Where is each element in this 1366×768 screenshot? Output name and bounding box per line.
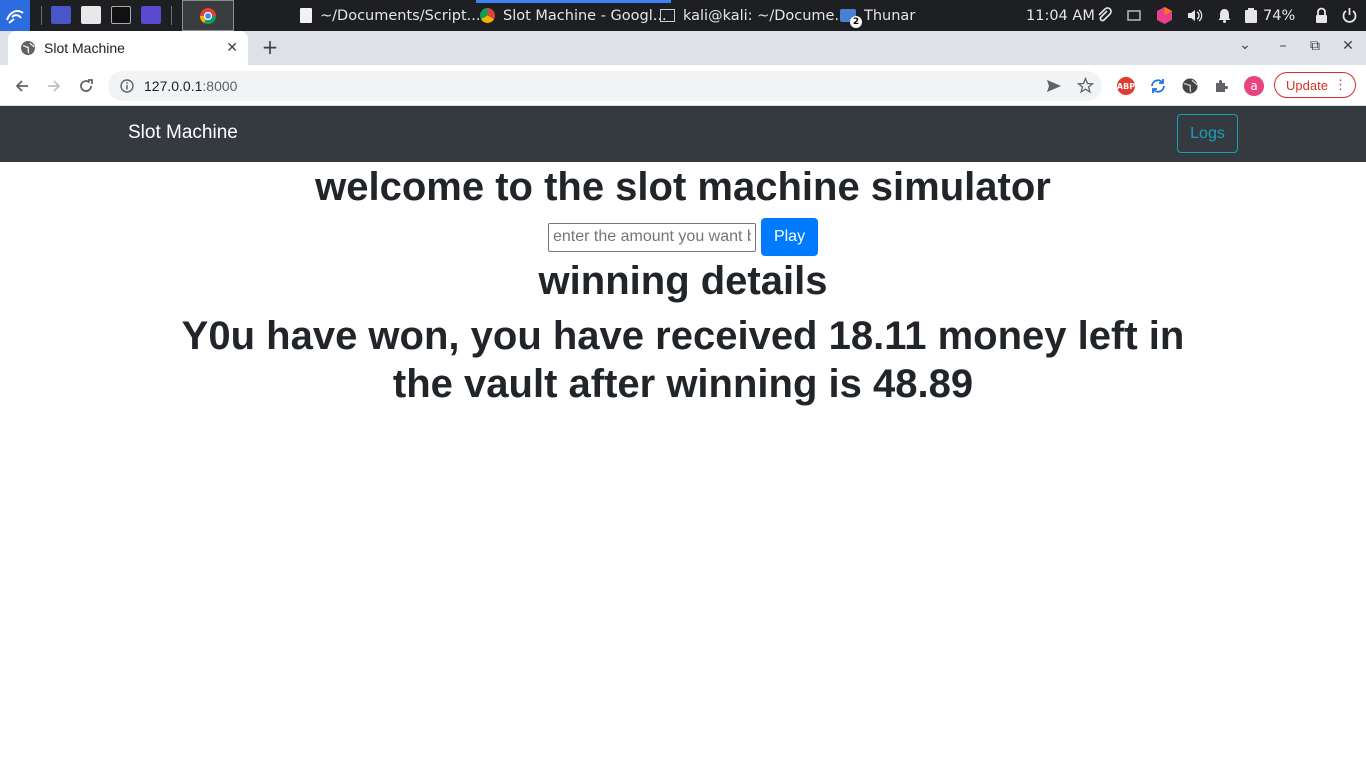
show-desktop-icon[interactable] [51,6,71,24]
battery-icon[interactable] [1244,7,1258,24]
chrome-launcher-icon[interactable] [182,0,234,31]
forward-arrow-icon[interactable] [42,74,66,98]
result-message: Y0u have won, you have received 18.11 mo… [181,314,1185,406]
play-button[interactable]: Play [761,218,818,256]
task-window-chrome[interactable]: Slot Machine - Googl... [476,0,671,31]
send-icon[interactable] [1046,79,1062,93]
kali-menu-icon[interactable] [0,0,30,31]
site-info-icon[interactable] [120,79,134,93]
bookmark-star-icon[interactable] [1077,77,1094,94]
logs-button[interactable]: Logs [1177,114,1238,153]
more-menu-icon[interactable]: ⋮ [1334,77,1347,93]
display-icon[interactable] [1126,7,1143,24]
restore-window-icon[interactable]: ⧉ [1305,38,1325,54]
task-window-thunar[interactable]: 2 Thunar [840,0,915,31]
welcome-heading: welcome to the slot machine simulator [315,165,1051,209]
browser-tabstrip: Slot Machine ✕ + ⌄ – ⧉ ✕ [0,31,1366,65]
tab-slot-machine[interactable]: Slot Machine ✕ [8,31,248,65]
browser-toolbar: 127.0.0.1:8000 ABP a [0,65,1366,106]
tab-close-icon[interactable]: ✕ [226,40,238,56]
task-window-label: Slot Machine - Googl... [503,7,667,24]
url-host: 127.0.0.1 [144,78,203,94]
power-icon[interactable] [1341,7,1358,24]
extensions-puzzle-icon[interactable] [1213,77,1231,95]
tab-search-icon[interactable]: ⌄ [1235,37,1255,53]
chrome-icon [480,8,495,23]
taskbar-separator [171,6,172,25]
navbar-brand[interactable]: Slot Machine [128,122,238,144]
terminal-small-icon [660,9,675,22]
task-window-label: Thunar [864,7,916,24]
folder-icon: 2 [840,9,862,28]
clock[interactable]: 11:04 AM [1026,0,1095,31]
app-tray-icon[interactable] [1155,6,1174,25]
tab-title: Slot Machine [44,40,125,56]
sync-extension-icon[interactable] [1149,77,1167,95]
lock-icon[interactable] [1313,7,1330,24]
paperclip-icon[interactable] [1096,7,1113,24]
bet-amount-input[interactable] [548,222,756,252]
address-bar[interactable]: 127.0.0.1:8000 [108,71,1102,101]
task-window-label: ~/Documents/Script... [320,7,481,24]
profile-avatar[interactable]: a [1244,76,1264,96]
close-window-icon[interactable]: ✕ [1338,38,1358,54]
task-window-terminal[interactable]: kali@kali: ~/Docume... [660,0,848,31]
taskbar-separator [41,6,42,25]
terminal-icon[interactable] [111,6,131,24]
site-navbar: Slot Machine [0,106,1366,162]
file-manager-icon[interactable] [81,6,101,24]
world-extension-icon[interactable] [1181,77,1199,95]
winning-details-heading: winning details [538,259,828,303]
url-port: :8000 [202,78,238,94]
update-chrome-button[interactable]: Update ⋮ [1274,72,1356,98]
battery-percent[interactable]: 74% [1263,0,1295,31]
document-icon [300,8,312,23]
back-arrow-icon[interactable] [10,74,34,98]
volume-icon[interactable] [1186,7,1203,24]
window-count-badge: 2 [850,16,862,28]
notification-bell-icon[interactable] [1216,7,1233,24]
reload-icon[interactable] [74,74,98,98]
update-label: Update [1286,77,1328,93]
bet-form: Play [548,218,818,256]
task-window-label: kali@kali: ~/Docume... [683,7,849,24]
task-window-editor[interactable]: ~/Documents/Script... [300,0,480,31]
adblock-plus-icon[interactable]: ABP [1117,77,1135,95]
screen-recorder-icon[interactable] [141,6,161,24]
minimize-window-icon[interactable]: – [1273,38,1293,54]
os-taskbar: ~/Documents/Script... Slot Machine - Goo… [0,0,1366,31]
new-tab-button[interactable]: + [260,37,280,57]
globe-icon [21,41,35,55]
